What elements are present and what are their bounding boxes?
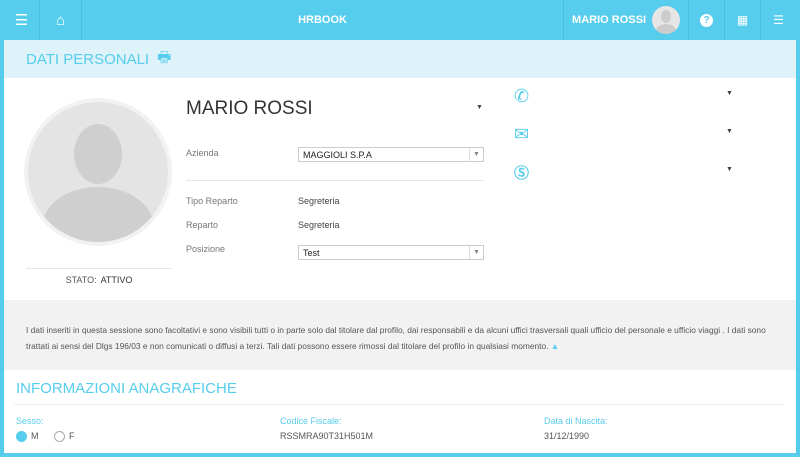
tipo-reparto-label: Tipo Reparto bbox=[186, 196, 238, 206]
status-label: STATO: bbox=[65, 275, 97, 285]
top-bar: ☰ ⌂ HRBOOK MARIO ROSSI ? ▦ ☰ bbox=[4, 0, 796, 40]
status-value: ATTIVO bbox=[100, 275, 133, 285]
skype-icon: Ⓢ bbox=[514, 165, 530, 182]
reparto-label: Reparto bbox=[186, 220, 219, 230]
data-nascita-value: 31/12/1990 bbox=[544, 431, 590, 441]
codice-fiscale-label: Codice Fiscale: bbox=[280, 416, 342, 426]
section-title: INFORMAZIONI ANAGRAFICHE bbox=[16, 380, 237, 397]
posizione-label: Posizione bbox=[186, 244, 226, 254]
codice-fiscale-value: RSSMRA90T31H501M bbox=[280, 431, 374, 441]
sesso-label: Sesso: bbox=[16, 416, 44, 426]
azienda-select[interactable]: MAGGIOLI S.P.A ▼ bbox=[298, 147, 484, 162]
email-icon: ✉ bbox=[514, 124, 530, 144]
hamburger-icon: ☰ bbox=[14, 12, 29, 29]
avatar bbox=[652, 6, 680, 34]
warning-icon: ▲ bbox=[550, 341, 560, 351]
page-header: DATI PERSONALI 🖶 bbox=[4, 40, 796, 78]
name-dropdown-caret[interactable]: ▼ bbox=[476, 104, 483, 111]
grid-icon: ▦ bbox=[736, 13, 749, 27]
chevron-down-icon: ▼ bbox=[469, 148, 483, 161]
print-icon[interactable]: 🖶 bbox=[157, 47, 171, 72]
anagrafica-section: INFORMAZIONI ANAGRAFICHE Sesso: M F Codi… bbox=[4, 370, 796, 453]
menu-button[interactable]: ☰ bbox=[4, 0, 40, 40]
profile-card: STATO: ATTIVO MARIO ROSSI ▼ Azienda MAGGI… bbox=[4, 78, 796, 300]
email-dropdown-caret[interactable]: ▼ bbox=[726, 128, 733, 135]
home-icon: ⌂ bbox=[55, 11, 66, 29]
divider bbox=[14, 404, 784, 405]
server-icon: ☰ bbox=[773, 13, 784, 27]
radio-f[interactable] bbox=[54, 431, 65, 442]
user-menu[interactable]: MARIO ROSSI bbox=[563, 0, 688, 40]
reparto-value: Segreteria bbox=[298, 220, 340, 230]
radio-m[interactable] bbox=[16, 431, 27, 442]
phone-icon: ✆ bbox=[514, 86, 530, 106]
user-name: MARIO ROSSI bbox=[572, 14, 646, 26]
status: STATO: ATTIVO bbox=[26, 268, 172, 285]
profile-photo[interactable] bbox=[24, 98, 172, 246]
radio-f-label: F bbox=[69, 431, 75, 441]
page-title: DATI PERSONALI bbox=[26, 50, 150, 68]
home-button[interactable]: ⌂ bbox=[40, 0, 82, 40]
profile-name: MARIO ROSSI bbox=[186, 98, 313, 119]
app-title: HRBOOK bbox=[298, 14, 347, 26]
chevron-down-icon: ▼ bbox=[469, 246, 483, 259]
list-button[interactable]: ☰ bbox=[760, 0, 796, 40]
app: ☰ ⌂ HRBOOK MARIO ROSSI ? ▦ ☰ DATI PERSON… bbox=[4, 0, 796, 453]
privacy-notice: I dati inseriti in questa sessione sono … bbox=[4, 300, 796, 366]
apps-button[interactable]: ▦ bbox=[724, 0, 760, 40]
tipo-reparto-value: Segreteria bbox=[298, 196, 340, 206]
help-icon: ? bbox=[700, 13, 713, 27]
phone-dropdown-caret[interactable]: ▼ bbox=[726, 90, 733, 97]
divider bbox=[186, 180, 484, 181]
posizione-select[interactable]: Test ▼ bbox=[298, 245, 484, 260]
help-button[interactable]: ? bbox=[688, 0, 724, 40]
skype-dropdown-caret[interactable]: ▼ bbox=[726, 166, 733, 173]
data-nascita-label: Data di Nascita: bbox=[544, 416, 608, 426]
privacy-text: I dati inseriti in questa sessione sono … bbox=[26, 325, 766, 351]
posizione-value: Test bbox=[303, 248, 320, 258]
azienda-label: Azienda bbox=[186, 148, 219, 158]
radio-m-label: M bbox=[31, 431, 39, 441]
azienda-value: MAGGIOLI S.P.A bbox=[303, 150, 372, 160]
